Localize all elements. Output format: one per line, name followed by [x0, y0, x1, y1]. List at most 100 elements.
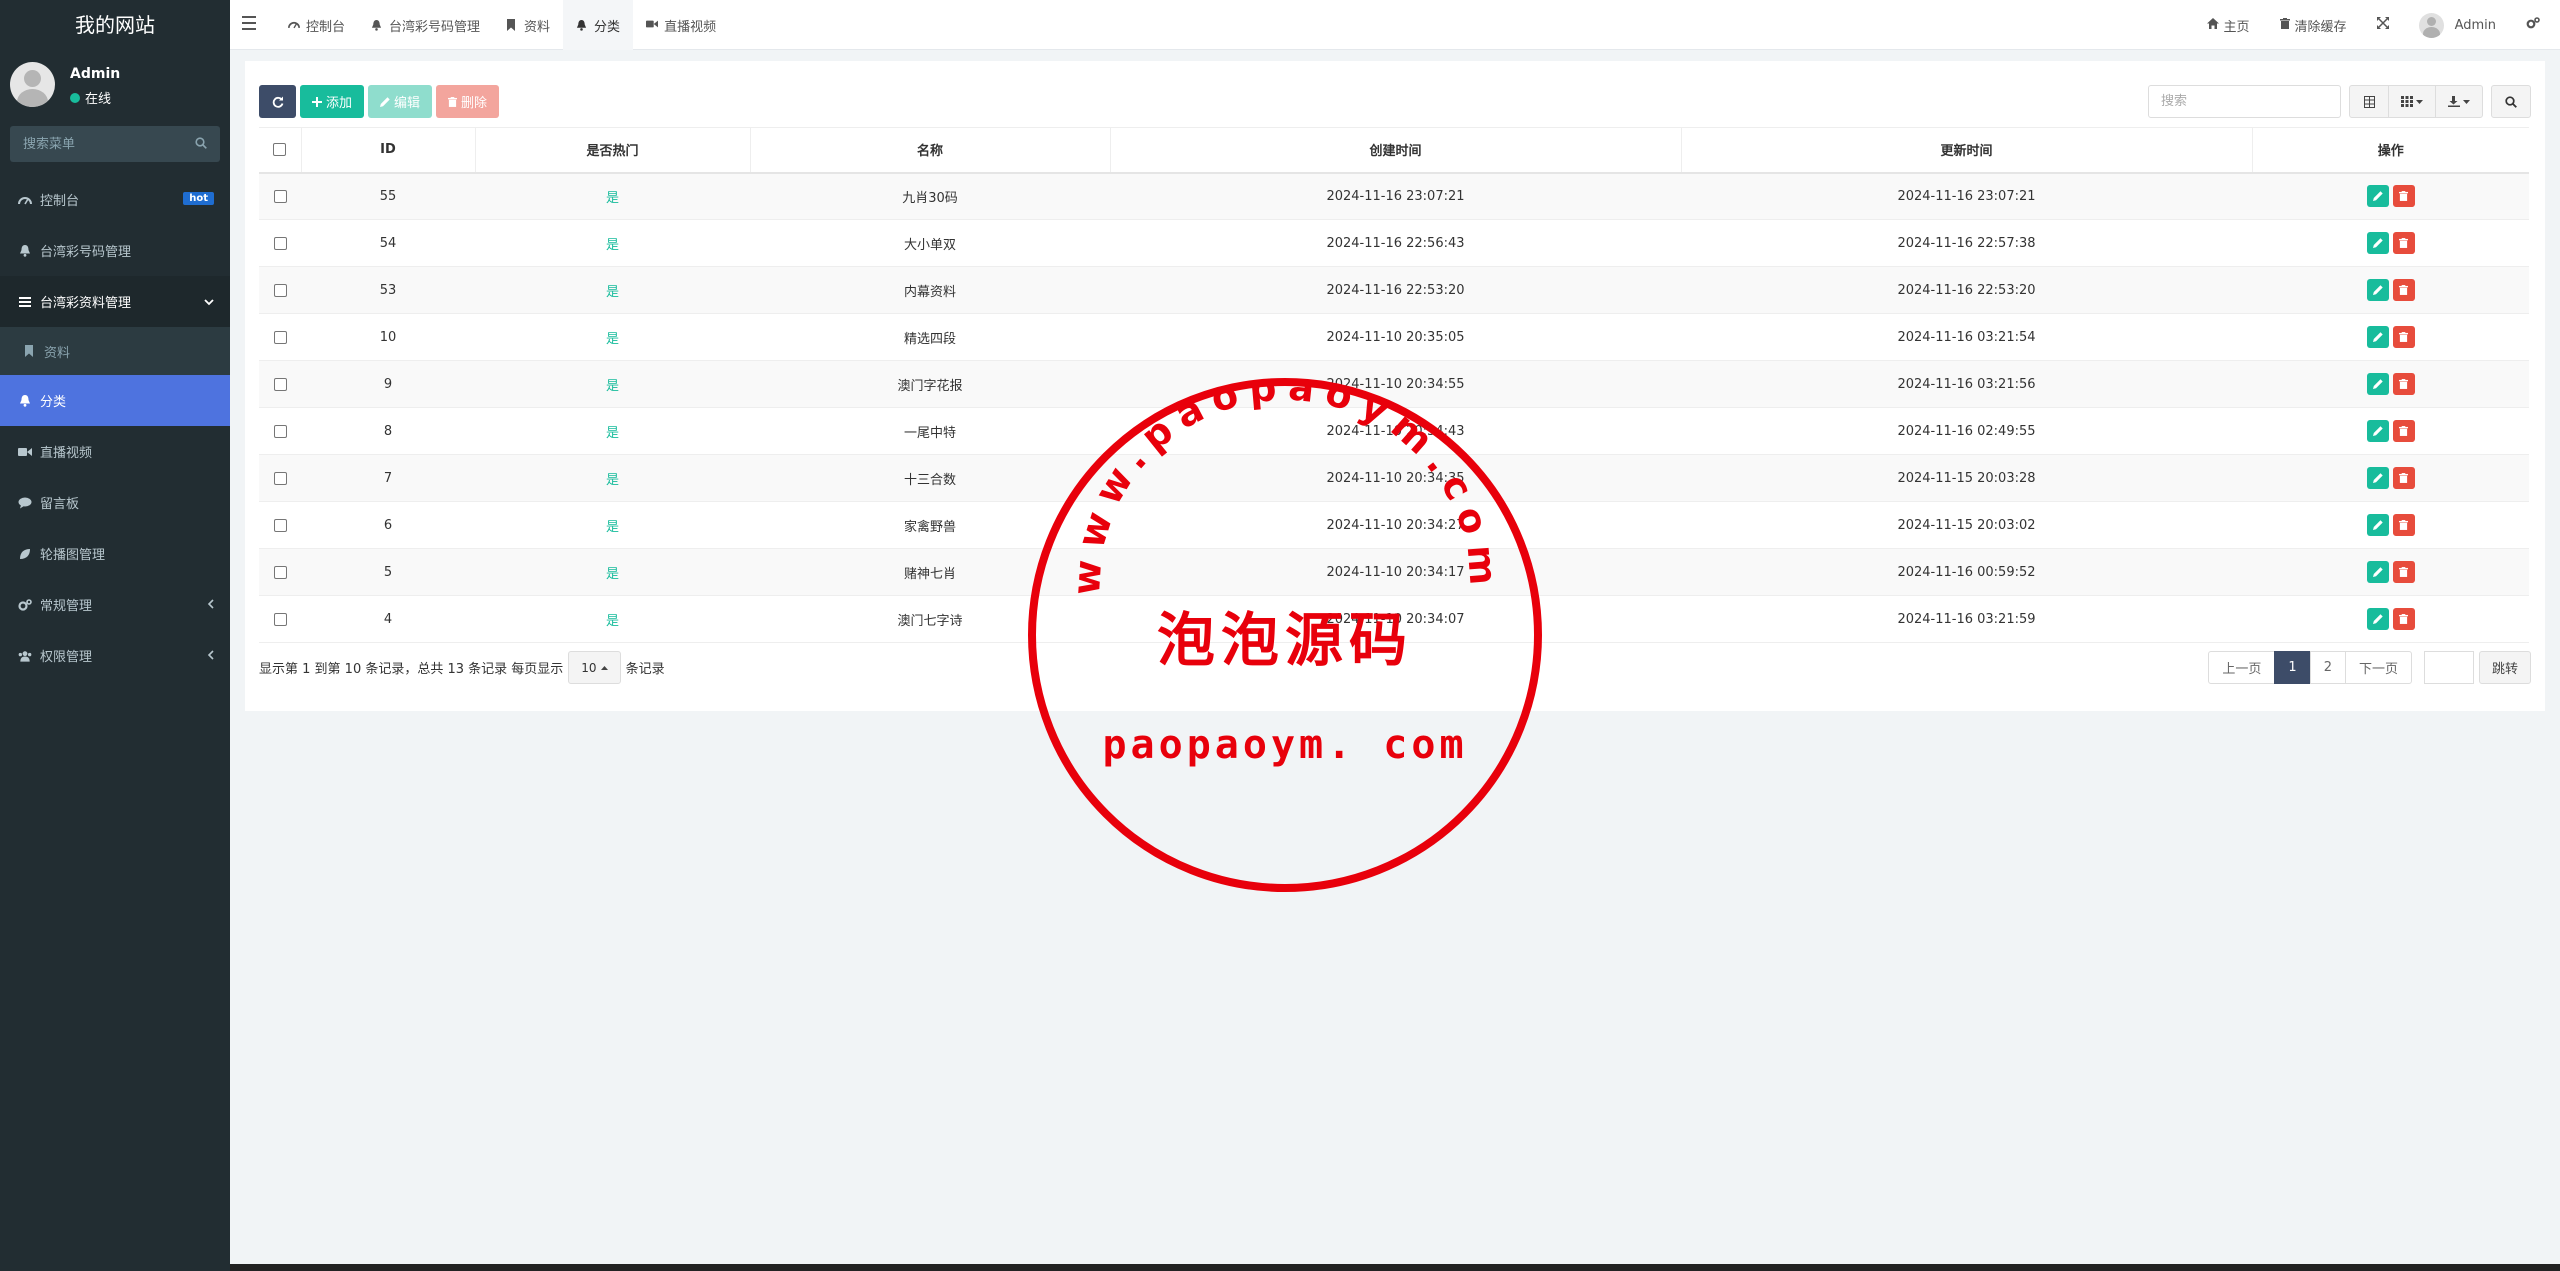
cell-hot[interactable]: 是: [475, 407, 750, 455]
refresh-button[interactable]: [259, 85, 296, 118]
jump-button[interactable]: 跳转: [2478, 651, 2531, 684]
cell-hot[interactable]: 是: [475, 501, 750, 549]
col-updated[interactable]: 更新时间: [1680, 127, 2252, 174]
row-delete-button[interactable]: [2392, 608, 2415, 630]
jump-page-input[interactable]: [2423, 651, 2474, 684]
search-icon[interactable]: [195, 137, 207, 149]
sidebar-item-permissions[interactable]: 权限管理: [0, 630, 230, 681]
row-checkbox[interactable]: [273, 283, 287, 297]
sidebar-item-message-board[interactable]: 留言板: [0, 477, 230, 528]
row-edit-button[interactable]: [2366, 420, 2389, 442]
table-row[interactable]: 10 是精选四段 2024-11-10 20:35:05 2024-11-16 03:…: [259, 313, 2529, 361]
table-row[interactable]: 9 是澳门字花报 2024-11-10 20:34:55 2024-11-16 03:…: [259, 360, 2529, 408]
row-edit-button[interactable]: [2366, 608, 2389, 630]
comment-icon: [18, 496, 32, 510]
cell-hot[interactable]: 是: [475, 360, 750, 408]
sidebar-item-general[interactable]: 常规管理: [0, 579, 230, 630]
sidebar-item-category[interactable]: 分类: [0, 375, 230, 426]
row-edit-button[interactable]: [2366, 326, 2389, 348]
row-checkbox[interactable]: [273, 189, 287, 203]
table-row[interactable]: 5 是赌神七肖 2024-11-10 20:34:17 2024-11-16 00:5…: [259, 548, 2529, 596]
sidebar-item-data-mgmt[interactable]: 台湾彩资料管理: [0, 276, 230, 327]
clear-cache-button[interactable]: 清除缓存: [2279, 16, 2347, 35]
columns-button[interactable]: [2388, 85, 2436, 118]
edit-button[interactable]: 编辑: [368, 85, 433, 118]
row-edit-button[interactable]: [2366, 232, 2389, 254]
row-checkbox[interactable]: [273, 330, 287, 344]
col-name[interactable]: 名称: [749, 127, 1110, 174]
tab-data[interactable]: 资料: [493, 0, 563, 50]
row-checkbox[interactable]: [273, 471, 287, 485]
cell-hot[interactable]: 是: [475, 219, 750, 267]
sidebar-item-carousel[interactable]: 轮播图管理: [0, 528, 230, 579]
row-checkbox[interactable]: [273, 518, 287, 532]
home-link[interactable]: 主页: [2206, 16, 2250, 35]
table-row[interactable]: 53 是内幕资料 2024-11-16 22:53:20 2024-11-16 22:…: [259, 266, 2529, 314]
sidebar-item-dashboard[interactable]: 控制台 hot: [0, 174, 230, 225]
cell-hot[interactable]: 是: [475, 313, 750, 361]
row-select-cell: [259, 219, 301, 267]
row-checkbox[interactable]: [273, 424, 287, 438]
col-id[interactable]: ID: [300, 127, 475, 174]
row-delete-button[interactable]: [2392, 467, 2415, 489]
row-edit-button[interactable]: [2366, 514, 2389, 536]
table-row[interactable]: 7 是十三合数 2024-11-10 20:34:35 2024-11-15 20:0…: [259, 454, 2529, 502]
table-row[interactable]: 54 是大小单双 2024-11-16 22:56:43 2024-11-16 22:…: [259, 219, 2529, 267]
row-delete-button[interactable]: [2392, 232, 2415, 254]
pencil-icon: [2372, 473, 2383, 483]
delete-button[interactable]: 删除: [436, 85, 500, 118]
admin-menu[interactable]: Admin: [2418, 12, 2496, 38]
cell-hot[interactable]: 是: [475, 454, 750, 502]
cell-hot[interactable]: 是: [475, 548, 750, 596]
row-delete-button[interactable]: [2392, 373, 2415, 395]
col-hot[interactable]: 是否热门: [474, 127, 750, 174]
site-logo[interactable]: 我的网站: [0, 0, 230, 50]
col-created[interactable]: 创建时间: [1109, 127, 1681, 174]
toggle-view-button[interactable]: [2349, 85, 2389, 118]
sidebar-item-data[interactable]: 资料: [0, 327, 230, 375]
next-page-button[interactable]: 下一页: [2344, 651, 2412, 684]
cell-hot[interactable]: 是: [475, 266, 750, 314]
page-2-button[interactable]: 2: [2309, 651, 2346, 684]
settings-button[interactable]: [2526, 17, 2540, 33]
tab-number-mgmt[interactable]: 台湾彩号码管理: [358, 0, 493, 50]
row-delete-button[interactable]: [2392, 279, 2415, 301]
row-checkbox[interactable]: [273, 377, 287, 391]
menu-toggle-icon[interactable]: [242, 16, 256, 32]
prev-page-button[interactable]: 上一页: [2208, 651, 2276, 684]
row-delete-button[interactable]: [2392, 326, 2415, 348]
row-checkbox[interactable]: [273, 612, 287, 626]
table-row[interactable]: 6 是家禽野兽 2024-11-10 20:34:27 2024-11-15 20:0…: [259, 501, 2529, 549]
tab-dashboard[interactable]: 控制台: [275, 0, 358, 50]
sidebar-item-number-mgmt[interactable]: 台湾彩号码管理: [0, 225, 230, 276]
row-checkbox[interactable]: [273, 565, 287, 579]
tab-live-video[interactable]: 直播视频: [633, 0, 729, 50]
sidebar-item-live-video[interactable]: 直播视频: [0, 426, 230, 477]
table-search-input[interactable]: [2148, 85, 2341, 118]
sidebar-search-input[interactable]: [10, 126, 220, 162]
row-edit-button[interactable]: [2366, 467, 2389, 489]
add-button[interactable]: 添加: [300, 85, 365, 118]
row-delete-button[interactable]: [2392, 420, 2415, 442]
tab-category[interactable]: 分类: [563, 0, 634, 50]
page-1-button[interactable]: 1: [2274, 651, 2311, 684]
select-all-checkbox[interactable]: [273, 143, 287, 157]
row-delete-button[interactable]: [2392, 561, 2415, 583]
row-checkbox[interactable]: [273, 236, 287, 250]
page-size-select[interactable]: 10: [568, 651, 621, 684]
advanced-search-button[interactable]: [2491, 85, 2531, 118]
table-row[interactable]: 4 是澳门七字诗 2024-11-10 20:34:07 2024-11-16 03:…: [259, 595, 2529, 643]
table-row[interactable]: 8 是一尾中特 2024-11-10 20:34:43 2024-11-16 02:4…: [259, 407, 2529, 455]
cell-hot[interactable]: 是: [475, 595, 750, 643]
row-delete-button[interactable]: [2392, 514, 2415, 536]
row-edit-button[interactable]: [2366, 279, 2389, 301]
fullscreen-button[interactable]: [2376, 17, 2389, 33]
cell-hot[interactable]: 是: [475, 172, 750, 220]
row-delete-button[interactable]: [2392, 185, 2415, 208]
export-button[interactable]: [2435, 85, 2483, 118]
row-edit-button[interactable]: [2366, 373, 2389, 395]
table-row[interactable]: 55 是九肖30码 2024-11-16 23:07:21 2024-11-16 23…: [259, 172, 2529, 220]
tab-label: 资料: [524, 19, 551, 35]
row-edit-button[interactable]: [2366, 561, 2389, 583]
row-edit-button[interactable]: [2366, 185, 2389, 208]
